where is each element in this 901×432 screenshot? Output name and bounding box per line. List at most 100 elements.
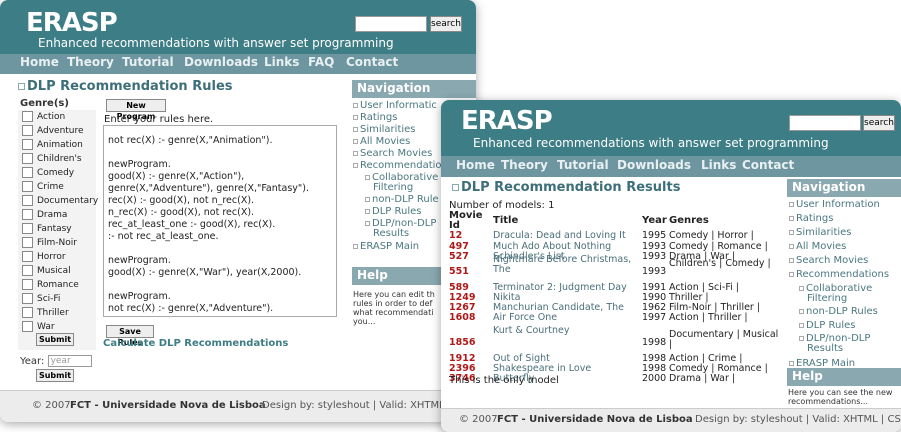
nav-item-recommendations[interactable]: Recommendatio (353, 160, 442, 171)
bullet-icon (353, 102, 358, 108)
nav-item-similarities[interactable]: Similarities (353, 124, 416, 135)
rule-line: good(X) :- genre(X,"War"), year(X,2000). (108, 267, 302, 278)
bullet-icon (799, 285, 804, 291)
movie-title[interactable]: Dracula: Dead and Loving It (493, 231, 626, 241)
nav-item-recommendations[interactable]: Recommendations (789, 269, 889, 280)
menu-theory[interactable]: Theory (501, 158, 548, 172)
save-rules-button[interactable]: Save Rules (106, 325, 154, 347)
checkbox-icon[interactable] (22, 223, 33, 234)
checkbox-icon[interactable] (22, 153, 33, 164)
nav-item-user-info[interactable]: User Informatic (353, 100, 437, 111)
nav-item-ratings[interactable]: Ratings (789, 213, 833, 224)
genre-checkbox[interactable]: Fantasy (22, 223, 72, 235)
genre-checkbox[interactable]: Action (22, 111, 65, 123)
movie-title[interactable]: Kurt & Courtney (493, 326, 638, 336)
main-menu: Home Theory Tutorial Downloads Links Con… (441, 156, 901, 177)
genre-checkbox[interactable]: Sci-Fi (22, 293, 60, 305)
checkbox-icon[interactable] (22, 265, 33, 276)
checkbox-icon[interactable] (22, 321, 33, 332)
search-button[interactable]: search (863, 115, 895, 131)
nav-item-search-movies[interactable]: Search Movies (789, 255, 868, 266)
nav-item-user-info[interactable]: User Information (789, 199, 880, 210)
movie-id[interactable]: 12 (449, 231, 462, 241)
menu-downloads[interactable]: Downloads (617, 158, 691, 172)
genre-checkbox[interactable]: Animation (22, 139, 83, 151)
search-button[interactable]: search (430, 16, 462, 32)
calculate-link[interactable]: Calculate DLP Recommendations (103, 338, 288, 349)
movie-id[interactable]: 1856 (449, 338, 475, 348)
nav-item-results[interactable]: Results (807, 343, 843, 354)
footer-org[interactable]: FCT - Universidade Nova de Lisboa (70, 400, 266, 411)
movie-id[interactable]: 1608 (449, 313, 475, 323)
checkbox-icon[interactable] (22, 237, 33, 248)
checkbox-icon[interactable] (22, 139, 33, 150)
year-input[interactable]: year (47, 355, 92, 367)
nav-item-filtering[interactable]: Filtering (807, 293, 847, 304)
site-logo[interactable]: ERASP (461, 106, 553, 136)
search-input[interactable] (789, 115, 861, 131)
checkbox-icon[interactable] (22, 195, 33, 206)
menu-home[interactable]: Home (20, 55, 59, 69)
checkbox-icon[interactable] (22, 167, 33, 178)
menu-contact[interactable]: Contact (346, 55, 398, 69)
genre-checkbox[interactable]: Horror (22, 251, 66, 263)
year-submit-button[interactable]: Submit (36, 369, 74, 382)
navigation-list: User Information Ratings Similarities Al… (789, 199, 901, 369)
genre-checkbox[interactable]: Thriller (22, 307, 69, 319)
movie-genres: Children's | Comedy | (669, 258, 771, 269)
genre-checkbox[interactable]: War (22, 321, 55, 333)
new-program-button[interactable]: New Program (106, 99, 166, 121)
movie-title[interactable]: Nightmare Before Christmas, The (493, 255, 638, 275)
footer-org[interactable]: FCT - Universidade Nova de Lisboa (497, 414, 693, 425)
menu-tutorial[interactable]: Tutorial (557, 158, 609, 172)
movie-id[interactable]: 527 (449, 252, 469, 262)
menu-links[interactable]: Links (701, 158, 736, 172)
nav-item-search-movies[interactable]: Search Movies (353, 148, 432, 159)
genre-checkbox[interactable]: Romance (22, 279, 79, 291)
checkbox-icon[interactable] (22, 293, 33, 304)
page-title: DLP Recommendation Results (452, 180, 680, 195)
nav-item-non-dlp-rules[interactable]: non-DLP Rules (799, 306, 878, 317)
search-input[interactable] (355, 16, 427, 32)
site-logo[interactable]: ERASP (26, 8, 118, 38)
genre-checkbox[interactable]: Musical (22, 265, 71, 277)
col-header-title: Title (493, 215, 519, 226)
genre-checkbox[interactable]: Comedy (22, 167, 74, 179)
checkbox-icon[interactable] (22, 181, 33, 192)
nav-item-dlp-rules[interactable]: DLP Rules (365, 206, 421, 217)
menu-theory[interactable]: Theory (67, 55, 114, 69)
rules-textarea[interactable]: not rec(X) :- genre(X,"Animation"). newP… (103, 125, 337, 317)
movie-id[interactable]: 551 (449, 267, 469, 277)
genre-checkbox[interactable]: Children's (22, 153, 82, 165)
genre-checkbox[interactable]: Film-Noir (22, 237, 77, 249)
checkbox-icon[interactable] (22, 125, 33, 136)
nav-item-non-dlp-rules[interactable]: non-DLP Rule (365, 194, 439, 205)
genre-checkbox[interactable]: Documentary (22, 195, 98, 207)
nav-item-erasp-main[interactable]: ERASP Main (353, 241, 419, 252)
checkbox-icon[interactable] (22, 111, 33, 122)
genre-checkbox[interactable]: Adventure (22, 125, 84, 137)
nav-item-ratings[interactable]: Ratings (353, 112, 397, 123)
rule-line: :- not rec_at_least_one. (108, 231, 219, 242)
menu-tutorial[interactable]: Tutorial (122, 55, 174, 69)
genre-submit-button[interactable]: Submit (36, 333, 74, 346)
nav-item-all-movies[interactable]: All Movies (353, 136, 410, 147)
genre-checkbox[interactable]: Drama (22, 209, 67, 221)
genre-checkbox[interactable]: Crime (22, 181, 64, 193)
movie-title[interactable]: Air Force One (493, 313, 557, 323)
nav-item-dlp-rules[interactable]: DLP Rules (799, 320, 855, 331)
bullet-icon (799, 335, 804, 341)
nav-item-filtering[interactable]: Filtering (373, 182, 413, 193)
menu-downloads[interactable]: Downloads (184, 55, 258, 69)
checkbox-icon[interactable] (22, 251, 33, 262)
menu-links[interactable]: Links (264, 55, 299, 69)
checkbox-icon[interactable] (22, 307, 33, 318)
menu-faq[interactable]: FAQ (308, 55, 334, 69)
menu-home[interactable]: Home (456, 158, 495, 172)
nav-item-all-movies[interactable]: All Movies (789, 241, 846, 252)
checkbox-icon[interactable] (22, 279, 33, 290)
nav-item-similarities[interactable]: Similarities (789, 227, 852, 238)
menu-contact[interactable]: Contact (742, 158, 794, 172)
nav-item-results[interactable]: Results (373, 228, 409, 239)
checkbox-icon[interactable] (22, 209, 33, 220)
